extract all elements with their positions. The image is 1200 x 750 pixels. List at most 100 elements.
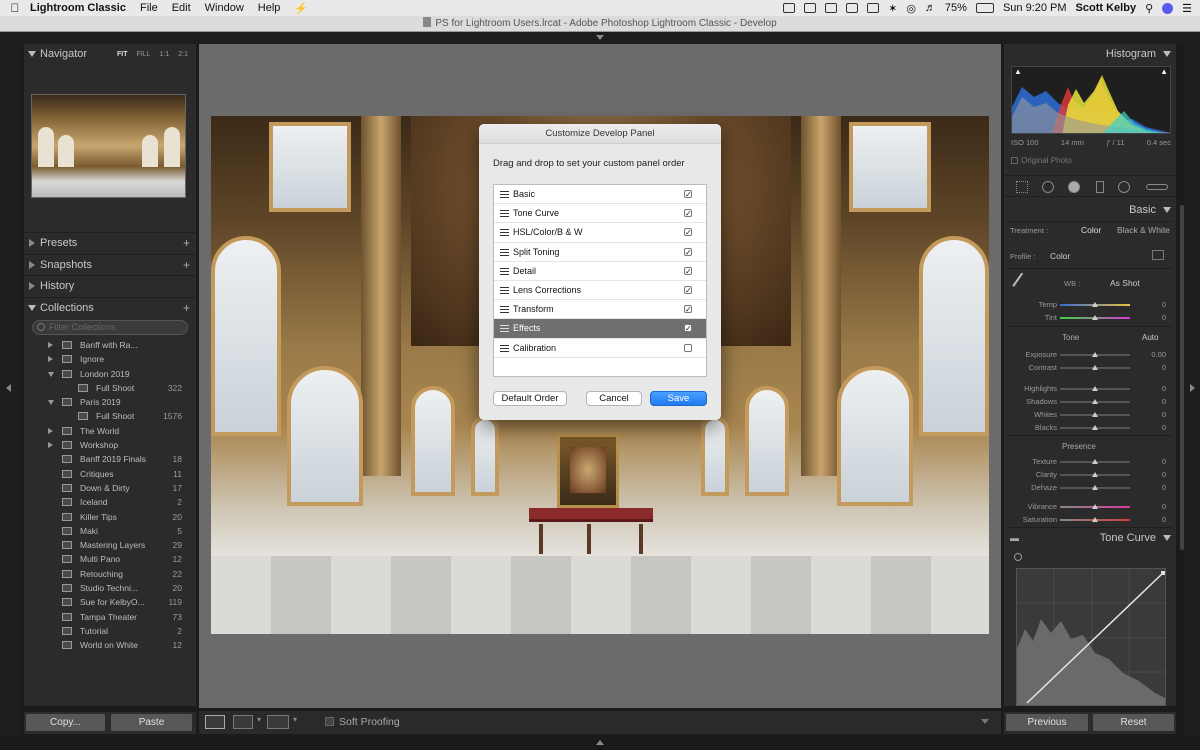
- panel-visible-checkbox[interactable]: ✓: [684, 228, 692, 237]
- default-order-button[interactable]: Default Order: [493, 391, 567, 406]
- paste-button[interactable]: Paste: [111, 714, 192, 731]
- treatment-color-button[interactable]: Color: [1081, 225, 1101, 235]
- targeted-adjustment-icon[interactable]: [1014, 553, 1022, 561]
- drag-handle-icon[interactable]: [500, 210, 509, 218]
- collection-row[interactable]: Multi Pano 12: [24, 552, 196, 566]
- collection-row[interactable]: Ignore: [24, 352, 196, 366]
- highlight-clipping-icon[interactable]: ▲: [1160, 67, 1168, 76]
- soft-proofing-checkbox[interactable]: [325, 717, 334, 726]
- copy-button[interactable]: Copy...: [26, 714, 105, 731]
- add-preset-icon[interactable]: +: [183, 233, 190, 254]
- siri-icon[interactable]: [1162, 2, 1174, 14]
- panel-order-row[interactable]: Split Toning ✓: [494, 243, 706, 262]
- slider-value[interactable]: 0: [1162, 502, 1166, 511]
- histogram-graph[interactable]: ▲ ▲: [1011, 66, 1171, 134]
- slider-thumb[interactable]: [1092, 365, 1098, 370]
- right-panel-edge[interactable]: [1184, 44, 1200, 736]
- slider-thumb[interactable]: [1092, 425, 1098, 430]
- add-collection-icon[interactable]: +: [183, 298, 190, 319]
- panel-order-row[interactable]: Effects ✓: [494, 319, 706, 339]
- panel-visible-checkbox[interactable]: ✓: [684, 209, 692, 218]
- panel-order-row[interactable]: Detail ✓: [494, 262, 706, 281]
- collapse-triangle-icon[interactable]: [1163, 207, 1171, 213]
- disclosure-closed-icon[interactable]: [48, 427, 53, 434]
- collections-filter-input[interactable]: Filter Collections: [32, 320, 188, 335]
- drag-handle-icon[interactable]: [500, 229, 509, 237]
- disclosure-open-icon[interactable]: [48, 400, 54, 406]
- slider-thumb[interactable]: [1092, 485, 1098, 490]
- adjustment-brush-icon[interactable]: [1146, 184, 1168, 190]
- bluetooth-icon[interactable]: ✶: [888, 2, 897, 15]
- collection-row[interactable]: Studio Techni... 20: [24, 581, 196, 595]
- dropdown-arrow-icon[interactable]: ▾: [257, 715, 263, 729]
- slider-thumb[interactable]: [1092, 315, 1098, 320]
- collection-row[interactable]: Iceland 2: [24, 495, 196, 509]
- collection-row[interactable]: Down & Dirty 17: [24, 481, 196, 495]
- battery-icon[interactable]: [975, 3, 994, 13]
- navigator-preview[interactable]: [31, 94, 186, 198]
- slider-thumb[interactable]: [1092, 517, 1098, 522]
- white-balance-eyedropper-icon[interactable]: [1012, 272, 1030, 292]
- notification-center-icon[interactable]: ☰: [1182, 2, 1192, 15]
- collection-row[interactable]: World on White 12: [24, 638, 196, 652]
- disclosure-closed-icon[interactable]: [48, 442, 53, 449]
- slider-thumb[interactable]: [1092, 504, 1098, 509]
- screen-icon[interactable]: [804, 3, 817, 13]
- slider-thumb[interactable]: [1092, 386, 1098, 391]
- panel-order-row[interactable]: Tone Curve ✓: [494, 204, 706, 224]
- panel-visible-checkbox[interactable]: [684, 343, 692, 352]
- flame-icon[interactable]: [825, 3, 838, 13]
- collection-row[interactable]: Full Shoot 322: [24, 381, 196, 395]
- zoom-fill[interactable]: FILL: [137, 44, 151, 65]
- collection-row[interactable]: London 2019: [24, 367, 196, 381]
- slider-value[interactable]: 0: [1162, 300, 1166, 309]
- menu-file[interactable]: File: [140, 2, 158, 14]
- original-photo-label[interactable]: Original Photo: [1011, 156, 1072, 165]
- panel-visible-checkbox[interactable]: ✓: [684, 247, 692, 256]
- presets-header[interactable]: Presets +: [24, 232, 196, 253]
- slider-value[interactable]: 0: [1162, 397, 1166, 406]
- graduated-filter-icon[interactable]: [1096, 181, 1104, 193]
- panel-order-row[interactable]: Basic ✓: [494, 185, 706, 205]
- dropdown-arrow-icon[interactable]: ▾: [293, 715, 299, 729]
- top-panel-toggle[interactable]: [0, 33, 1200, 44]
- left-panel-edge[interactable]: [0, 44, 20, 736]
- battery-percent[interactable]: 75%: [945, 2, 967, 14]
- expand-triangle-icon[interactable]: [29, 261, 35, 269]
- filmstrip-toggle[interactable]: [0, 736, 1200, 750]
- panel-visible-checkbox[interactable]: ✓: [684, 285, 692, 294]
- menu-window[interactable]: Window: [205, 2, 244, 14]
- panel-order-row[interactable]: Transform ✓: [494, 300, 706, 320]
- drag-handle-icon[interactable]: [500, 248, 509, 256]
- zoom-1-1[interactable]: 1:1: [160, 44, 170, 65]
- collections-header[interactable]: Collections +: [24, 297, 196, 318]
- expand-triangle-icon[interactable]: [29, 282, 35, 290]
- menu-help[interactable]: Help: [258, 2, 281, 14]
- wb-dropdown[interactable]: As Shot: [1110, 278, 1140, 288]
- treatment-bw-button[interactable]: Black & White: [1117, 225, 1170, 235]
- panel-order-row[interactable]: Lens Corrections ✓: [494, 281, 706, 301]
- triangle-left-icon[interactable]: [6, 384, 11, 392]
- zoom-2-1[interactable]: 2:1: [178, 44, 188, 65]
- app-menu[interactable]: Lightroom Classic: [30, 2, 126, 14]
- disclosure-closed-icon[interactable]: [48, 342, 53, 348]
- slider-thumb[interactable]: [1092, 352, 1098, 357]
- panel-visible-checkbox[interactable]: ✓: [684, 324, 692, 333]
- slider-value[interactable]: 0: [1162, 423, 1166, 432]
- collection-row[interactable]: Tampa Theater 73: [24, 610, 196, 624]
- triangle-up-icon[interactable]: [596, 740, 604, 745]
- panel-visible-checkbox[interactable]: ✓: [684, 305, 692, 314]
- collection-row[interactable]: Mastering Layers 29: [24, 538, 196, 552]
- histogram-header[interactable]: Histogram: [1004, 44, 1176, 64]
- wifi-icon[interactable]: ◎: [906, 2, 916, 15]
- tone-curve-header[interactable]: ▬ Tone Curve: [1004, 528, 1176, 548]
- collection-row[interactable]: The World: [24, 424, 196, 438]
- collection-row[interactable]: Paris 2019: [24, 395, 196, 409]
- slider-value[interactable]: 0: [1162, 515, 1166, 524]
- red-eye-icon[interactable]: [1068, 181, 1080, 193]
- collection-row[interactable]: Banff with Ra...: [24, 338, 196, 352]
- before-after-swap-icon[interactable]: [267, 715, 289, 729]
- disclosure-open-icon[interactable]: [48, 371, 54, 377]
- toolbar-menu-triangle-icon[interactable]: [981, 719, 989, 724]
- tone-curve-graph[interactable]: [1016, 568, 1166, 706]
